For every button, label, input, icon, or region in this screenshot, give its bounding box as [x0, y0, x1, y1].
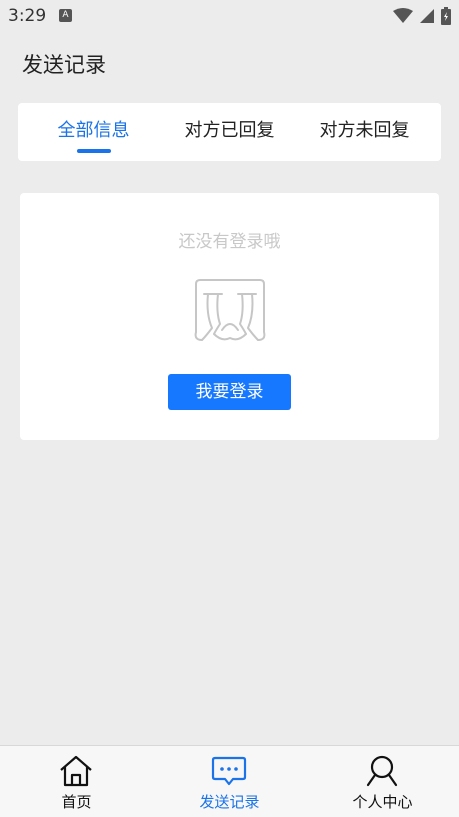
login-button[interactable]: 我要登录 — [168, 374, 291, 410]
crying-face-icon — [194, 279, 266, 341]
empty-state-message: 还没有登录哦 — [178, 232, 281, 252]
nav-item-send-records[interactable]: 发送记录 — [153, 746, 306, 817]
active-tab-indicator — [77, 149, 111, 153]
tab-bar: 全部信息 对方已回复 对方未回复 — [18, 103, 441, 161]
nav-label-home: 首页 — [61, 793, 92, 811]
wifi-icon — [393, 8, 413, 23]
bottom-nav: 首页 发送记录 个人中心 — [0, 745, 459, 817]
status-bar: 3:29 A — [0, 0, 459, 32]
nav-label-send-records: 发送记录 — [199, 793, 260, 811]
battery-icon — [441, 7, 451, 25]
notification-badge: A — [59, 9, 72, 22]
status-time: 3:29 — [8, 6, 47, 26]
nav-label-profile: 个人中心 — [352, 793, 413, 811]
tab-replied[interactable]: 对方已回复 — [159, 103, 300, 161]
tab-not-replied[interactable]: 对方未回复 — [294, 103, 435, 161]
empty-state-card: 还没有登录哦 我要登录 — [20, 193, 439, 440]
signal-icon — [420, 9, 434, 23]
screen: 3:29 A 发送记录 全部信息 对方已回复 对方未回复 还没有登录哦 我要登录… — [0, 0, 459, 817]
home-icon — [60, 755, 92, 787]
nav-item-profile[interactable]: 个人中心 — [306, 746, 459, 817]
page-title: 发送记录 — [22, 53, 106, 77]
status-icons — [393, 7, 451, 25]
person-icon — [366, 755, 398, 787]
nav-item-home[interactable]: 首页 — [0, 746, 153, 817]
message-icon — [211, 756, 247, 786]
